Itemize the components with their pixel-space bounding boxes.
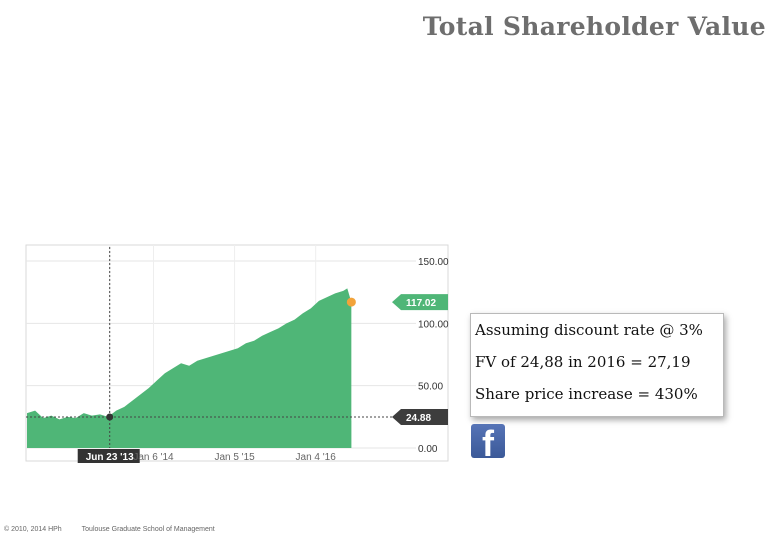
x-tick-label: Jan 4 '16 — [296, 452, 337, 463]
facebook-letter: f — [482, 424, 494, 459]
crosshair-point — [106, 413, 114, 421]
note-share-price-increase: Share price increase = 430% — [475, 385, 698, 403]
y-tick-label: 150.00 — [418, 257, 449, 268]
x-tick-label: Jun 23 '13 — [86, 452, 134, 463]
x-tick-label: Jan 6 '14 — [133, 452, 174, 463]
slide-title: Total Shareholder Value — [422, 12, 766, 41]
x-tick-label: Jan 5 '15 — [214, 452, 255, 463]
footer-copyright: © 2010, 2014 HPh — [4, 526, 62, 533]
note-discount-rate: Assuming discount rate @ 3% — [475, 321, 703, 339]
slide-footer: © 2010, 2014 HPh Toulouse Graduate Schoo… — [4, 526, 215, 533]
assumptions-note: Assuming discount rate @ 3% FV of 24,88 … — [470, 313, 724, 417]
note-future-value: FV of 24,88 in 2016 = 27,19 — [475, 353, 691, 371]
reference-price-text: 24.88 — [406, 413, 431, 424]
y-tick-label: 0.00 — [418, 444, 438, 455]
facebook-icon[interactable]: f — [471, 424, 505, 458]
y-tick-label: 100.00 — [418, 319, 449, 330]
current-price-text: 117.02 — [406, 298, 436, 309]
footer-school: Toulouse Graduate School of Management — [81, 526, 215, 533]
reference-price-label: 24.88 — [392, 408, 448, 425]
current-price-label: 117.02 — [392, 294, 448, 311]
y-tick-label: 50.00 — [418, 382, 443, 393]
stock-price-chart: 150.00 100.00 50.00 0.00 Jun 23 '13 Jan 6 '1… — [25, 244, 449, 463]
current-price-dot — [346, 297, 356, 307]
